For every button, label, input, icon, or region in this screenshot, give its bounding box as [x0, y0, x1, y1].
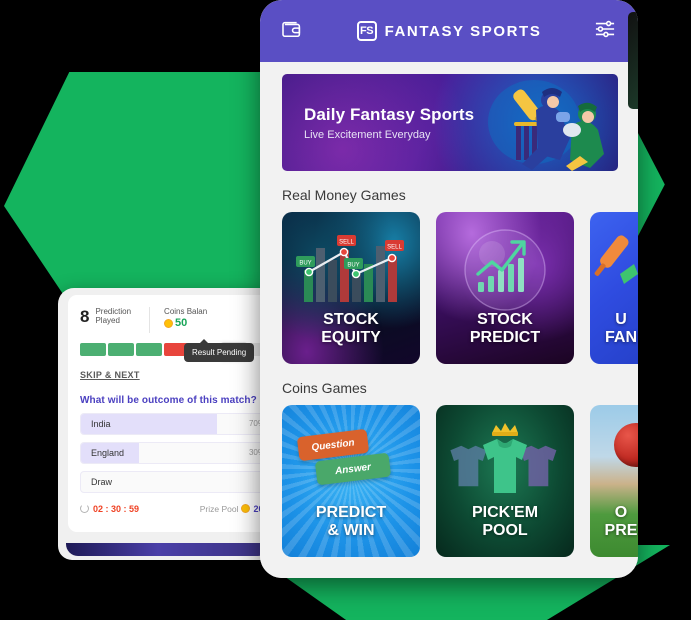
- option-label: England: [91, 447, 125, 458]
- fs-logo-icon: FS: [356, 21, 377, 41]
- game-card-predict-win[interactable]: Question Answer PREDICT & WIN: [282, 405, 420, 557]
- screenshot-stage: 8 Prediction Played Coins Balan 50 Resul…: [0, 0, 691, 620]
- result-pending-tooltip: Result Pending: [184, 339, 255, 362]
- prediction-options-list: India 70% England 30% Draw: [80, 412, 270, 493]
- svg-text:SELL: SELL: [339, 240, 354, 246]
- promo-banner-next-peek[interactable]: [628, 12, 638, 109]
- real-money-games-row: BUY SELL BUY SELL STOCK EQUITY STOCK PRE…: [282, 212, 638, 364]
- svg-text:SELL: SELL: [387, 245, 402, 251]
- game-card-stock-predict[interactable]: STOCK PREDICT: [436, 212, 574, 364]
- card-label-line2: PRE: [604, 522, 638, 540]
- jerseys-icon: [450, 423, 557, 493]
- countdown-timer-value: 02 : 30 : 59: [93, 503, 140, 514]
- game-card-label: STOCK EQUITY: [321, 311, 381, 347]
- prediction-topbar: 8 Prediction Played Coins Balan 50: [80, 307, 270, 333]
- cricket-bat-icon: [594, 235, 638, 284]
- coin-icon: [164, 318, 174, 328]
- prediction-segment-3[interactable]: [136, 343, 162, 356]
- clock-icon: [80, 504, 89, 513]
- app-header: FS FANTASY SPORTS: [260, 0, 638, 62]
- svg-text:BUY: BUY: [347, 263, 359, 269]
- card-label-line2: EQUITY: [321, 329, 381, 347]
- card-label-line1: U: [615, 311, 627, 329]
- card-label-line1: O: [614, 504, 628, 522]
- card-label-line1: STOCK: [323, 311, 379, 329]
- option-label: Draw: [91, 476, 113, 487]
- prize-pool-label: Prize Pool: [199, 503, 239, 514]
- card-label-line2: & WIN: [327, 522, 375, 540]
- main-phone-mockup: FS FANTASY SPORTS Daily Fantasy Sports L…: [260, 0, 638, 578]
- coins-balance-label: Coins Balan: [164, 307, 208, 316]
- predictions-played-count: 8: [80, 306, 90, 326]
- coins-balance-value-wrap: 50: [164, 317, 207, 329]
- game-card-over-prediction[interactable]: O PRE: [590, 405, 638, 557]
- coins-balance-value: 50: [175, 317, 188, 329]
- prediction-phone-mockup: 8 Prediction Played Coins Balan 50 Resul…: [58, 288, 276, 560]
- played-label-line1: Prediction: [95, 307, 132, 316]
- prediction-segment-2[interactable]: [108, 343, 134, 356]
- topbar-divider: [149, 307, 151, 333]
- card-label-line1: PREDICT: [315, 504, 387, 522]
- option-label: India: [91, 418, 111, 429]
- game-card-pickem-pool[interactable]: PICK'EM POOL: [436, 405, 574, 557]
- app-title: FANTASY SPORTS: [384, 22, 542, 40]
- prediction-bottom-nav[interactable]: [66, 543, 270, 556]
- card-label-line2: PREDICT: [469, 329, 541, 347]
- predictions-played-label: Prediction Played: [95, 307, 131, 325]
- promo-banner[interactable]: Daily Fantasy Sports Live Excitement Eve…: [282, 74, 618, 171]
- card-label-line2: FAN: [605, 329, 637, 347]
- skip-next-link[interactable]: SKIP & NEXT: [80, 370, 140, 380]
- question-answer-bubbles: Question Answer: [282, 419, 420, 514]
- played-label-line2: Played: [95, 316, 120, 326]
- prediction-screen: 8 Prediction Played Coins Balan 50 Resul…: [68, 295, 270, 532]
- predictions-played: 8 Prediction Played: [80, 307, 131, 325]
- stock-chart-icon: BUY SELL BUY SELL: [296, 235, 404, 302]
- card-label-line1: STOCK: [477, 311, 533, 329]
- prize-coin-icon: [241, 504, 251, 513]
- game-card-label: STOCK PREDICT: [470, 311, 540, 347]
- cricket-ball-icon: [614, 423, 638, 467]
- prediction-question: What will be outcome of this match?: [80, 394, 257, 406]
- sliders-icon[interactable]: [594, 19, 616, 44]
- section-title-coins-games: Coins Games: [282, 380, 367, 396]
- prediction-option[interactable]: England 30%: [80, 441, 270, 464]
- prediction-option[interactable]: Draw: [80, 470, 270, 493]
- game-card-stock-equity[interactable]: BUY SELL BUY SELL STOCK EQUITY: [282, 212, 420, 364]
- coins-balance: Coins Balan 50: [164, 307, 207, 329]
- game-card-label: PICK'EM POOL: [472, 504, 538, 540]
- wallet-icon[interactable]: [282, 19, 304, 44]
- bubble-growth-icon: [464, 229, 546, 311]
- coins-games-row: Question Answer PREDICT & WIN PICK'EM PO…: [282, 405, 638, 557]
- game-card-ultimate-fantasy[interactable]: U FAN: [590, 212, 638, 364]
- game-card-label: PREDICT & WIN: [316, 504, 386, 540]
- card-label-line1: PICK'EM: [471, 504, 539, 522]
- app-body: Daily Fantasy Sports Live Excitement Eve…: [260, 12, 638, 578]
- game-card-label: O PRE: [605, 504, 638, 540]
- card-label-line2: POOL: [482, 522, 528, 540]
- game-card-label: U FAN: [605, 311, 637, 347]
- prediction-segment-1[interactable]: [80, 343, 106, 356]
- svg-text:BUY: BUY: [299, 261, 311, 267]
- app-brand: FS FANTASY SPORTS: [304, 21, 594, 41]
- cricket-players-illustration: [488, 80, 604, 171]
- countdown-timer: 02 : 30 : 59: [80, 504, 139, 514]
- section-title-real-money-games: Real Money Games: [282, 187, 406, 203]
- prediction-option[interactable]: India 70%: [80, 412, 270, 435]
- prediction-footer: 02 : 30 : 59 Prize Pool 20,00: [80, 504, 270, 514]
